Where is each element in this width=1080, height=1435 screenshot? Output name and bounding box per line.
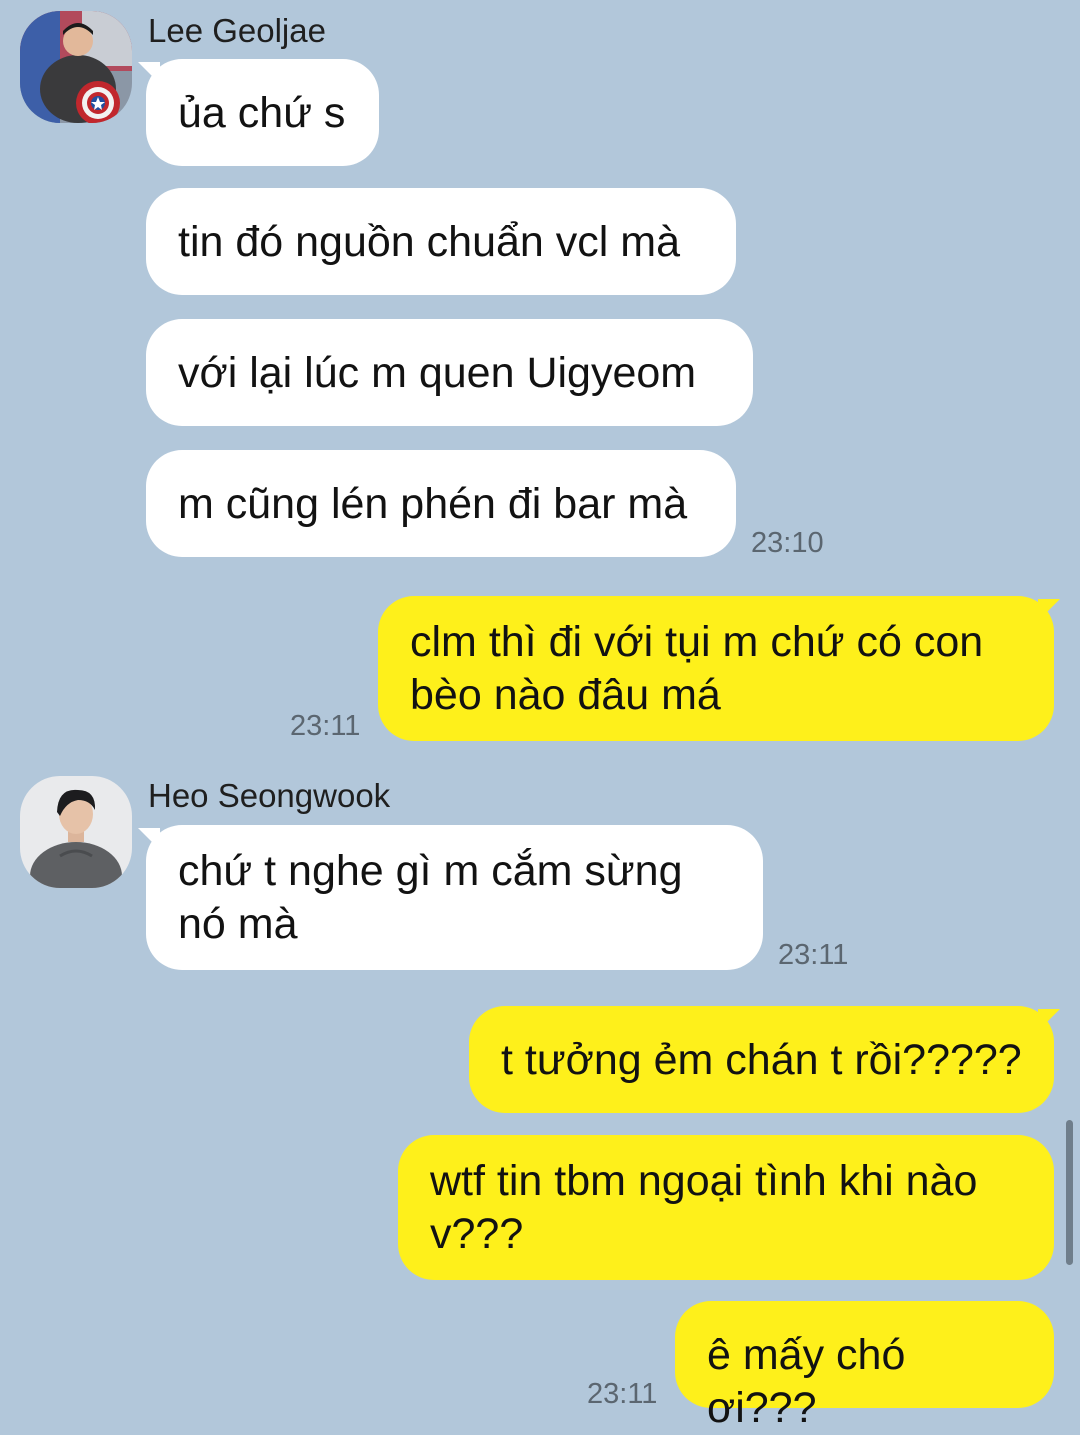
message-bubble-incoming[interactable]: chứ t nghe gì m cắm sừng nó mà xyxy=(146,825,763,970)
message-bubble-incoming[interactable]: với lại lúc m quen Uigyeom xyxy=(146,319,753,426)
bubble-tail xyxy=(1038,599,1060,621)
avatar-lee-geoljae[interactable] xyxy=(20,11,132,123)
message-timestamp: 23:11 xyxy=(778,939,849,971)
message-bubble-incoming[interactable]: tin đó nguồn chuẩn vcl mà xyxy=(146,188,736,295)
message-bubble-outgoing[interactable]: ê mấy chó ơi??? xyxy=(675,1301,1054,1432)
message-bubble-outgoing[interactable]: t tưởng ẻm chán t rồi????? xyxy=(469,1006,1054,1113)
sender-name: Heo Seongwook xyxy=(148,777,391,814)
message-bubble-incoming[interactable]: m cũng lén phén đi bar mà xyxy=(146,450,736,557)
sender-name: Lee Geoljae xyxy=(148,12,326,49)
profile-photo-icon xyxy=(20,776,132,888)
message-timestamp: 23:10 xyxy=(751,527,824,559)
avatar-heo-seongwook[interactable] xyxy=(20,776,132,888)
message-bubble-outgoing[interactable]: clm thì đi với tụi m chứ có con bèo nào … xyxy=(378,596,1054,741)
message-bubble-incoming[interactable]: ủa chứ s xyxy=(146,59,379,166)
message-bubble-outgoing[interactable]: wtf tin tbm ngoại tình khi nào v??? xyxy=(398,1135,1054,1280)
message-timestamp: 23:11 xyxy=(290,710,361,742)
bubble-tail xyxy=(1038,1009,1060,1031)
profile-photo-icon xyxy=(20,11,132,123)
scrollbar[interactable] xyxy=(1066,1120,1073,1265)
message-timestamp: 23:11 xyxy=(587,1378,658,1410)
